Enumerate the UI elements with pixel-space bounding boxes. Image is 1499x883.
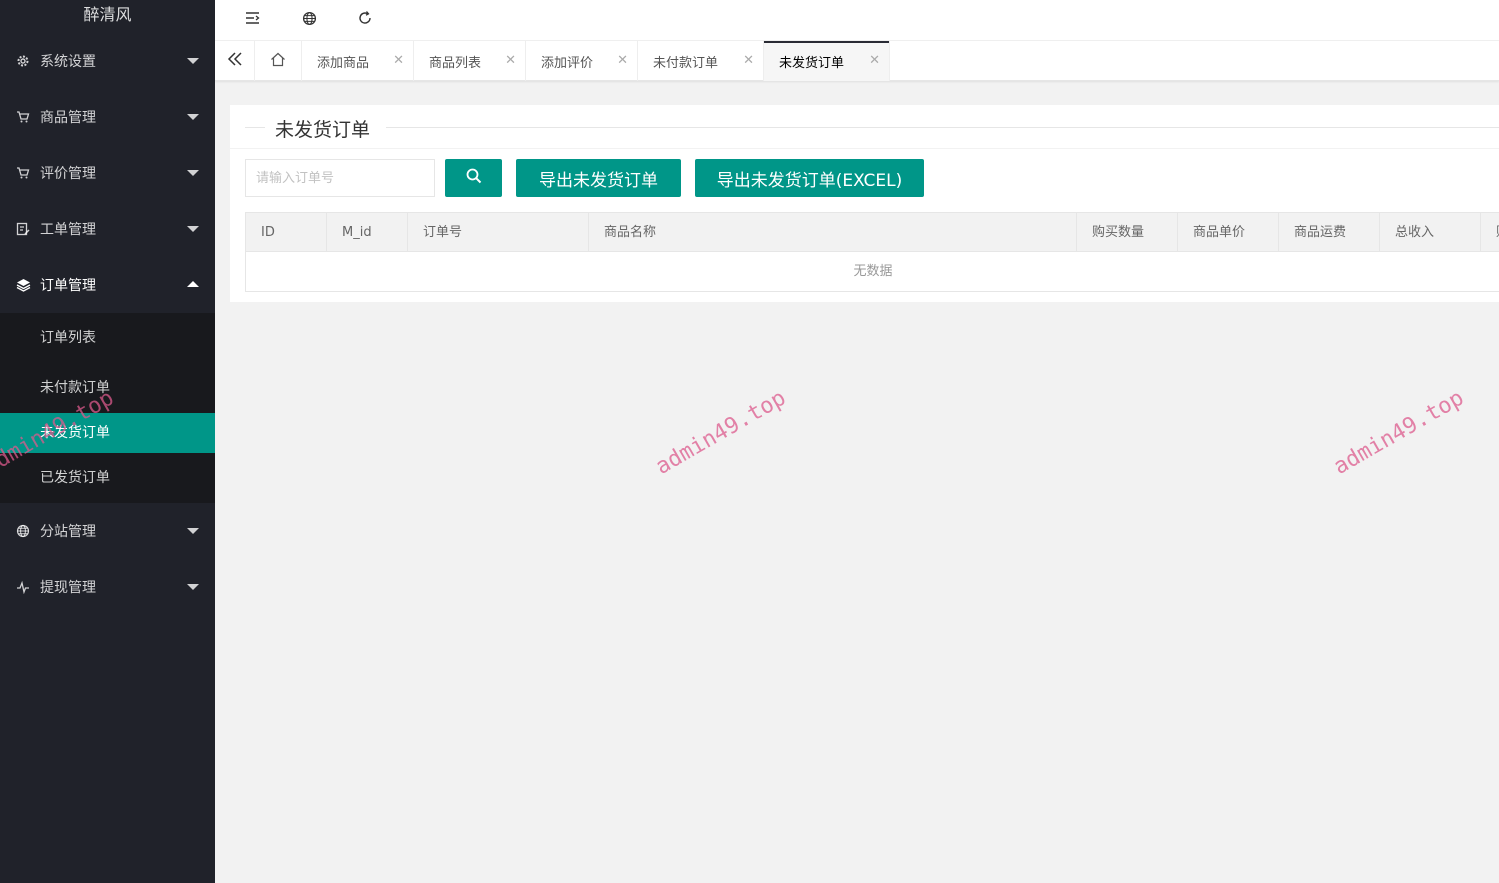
submenu-item-shipped-orders[interactable]: 已发货订单 — [0, 453, 215, 503]
orders-table: ID M_id 订单号 商品名称 购买数量 商品单价 商品运费 总收入 财 无数… — [245, 212, 1499, 292]
nav-item-label: 提现管理 — [40, 580, 96, 596]
table-empty-text: 无数据 — [853, 264, 893, 279]
search-icon — [465, 167, 483, 190]
globe-icon — [14, 522, 32, 540]
submenu-item-unpaid-orders[interactable]: 未付款订单 — [0, 363, 215, 413]
order-submenu: 订单列表 未付款订单 未发货订单 已发货订单 — [0, 313, 215, 503]
tab-label: 未发货订单 — [779, 55, 845, 71]
caret-down-icon — [187, 528, 199, 534]
cart-icon — [14, 164, 32, 182]
export-unshipped-button[interactable]: 导出未发货订单 — [516, 159, 681, 197]
nav-item-review-management[interactable]: 评价管理 — [0, 145, 215, 201]
page-title: 未发货订单 — [275, 119, 371, 141]
nav-item-order-management[interactable]: 订单管理 — [0, 257, 215, 313]
watermark: admin49.top — [1329, 385, 1469, 480]
tab-unpaid-orders[interactable]: 未付款订单 ✕ — [638, 41, 764, 81]
caret-down-icon — [187, 114, 199, 120]
caret-down-icon — [187, 584, 199, 590]
cart-icon — [14, 108, 32, 126]
nav-item-ticket-management[interactable]: 工单管理 — [0, 201, 215, 257]
tab-label: 添加商品 — [317, 55, 370, 71]
column-header-total-income[interactable]: 总收入 — [1380, 213, 1481, 252]
submenu-item-order-list[interactable]: 订单列表 — [0, 313, 215, 363]
nav-item-system-settings[interactable]: 系统设置 — [0, 33, 215, 89]
nav-item-label: 工单管理 — [40, 222, 96, 238]
tab-label: 添加评价 — [541, 55, 594, 71]
order-number-search-input[interactable] — [245, 159, 435, 197]
legend-divider — [245, 127, 265, 128]
nav-item-label: 系统设置 — [40, 54, 96, 70]
column-header-m-id[interactable]: M_id — [327, 213, 408, 252]
nav-item-product-management[interactable]: 商品管理 — [0, 89, 215, 145]
column-header-order-number[interactable]: 订单号 — [408, 213, 589, 252]
watermark: admin49.top — [651, 385, 791, 480]
top-toolbar — [215, 0, 1499, 41]
column-header-quantity[interactable]: 购买数量 — [1077, 213, 1178, 252]
table-header: ID M_id 订单号 商品名称 购买数量 商品单价 商品运费 总收入 财 — [246, 213, 1499, 252]
search-button[interactable] — [445, 159, 502, 197]
nav-item-label: 分站管理 — [40, 524, 96, 540]
globe-icon[interactable] — [297, 8, 321, 28]
gear-icon — [14, 52, 32, 70]
close-icon[interactable]: ✕ — [617, 53, 628, 68]
close-icon[interactable]: ✕ — [869, 53, 880, 68]
caret-up-icon — [187, 281, 199, 287]
caret-down-icon — [187, 170, 199, 176]
column-header-unit-price[interactable]: 商品单价 — [1178, 213, 1279, 252]
caret-down-icon — [187, 226, 199, 232]
tab-add-product[interactable]: 添加商品 ✕ — [302, 41, 414, 81]
divider — [230, 148, 1499, 149]
column-header-product-name[interactable]: 商品名称 — [589, 213, 1077, 252]
legend-divider — [386, 127, 1499, 128]
sidebar: 醉清风 系统设置 商品管理 评价管理 工单管理 订单管理 订单列表 未付款订单 … — [0, 0, 215, 883]
column-header-shipping-fee[interactable]: 商品运费 — [1279, 213, 1380, 252]
nav-item-withdrawal-management[interactable]: 提现管理 — [0, 559, 215, 615]
home-icon — [270, 52, 286, 71]
column-header-more[interactable]: 财 — [1481, 213, 1499, 252]
tab-bar: 添加商品 ✕ 商品列表 ✕ 添加评价 ✕ 未付款订单 ✕ 未发货订单 ✕ — [215, 41, 1499, 81]
content-card: 未发货订单 导出未发货订单 导出未发货订单(EXCEL) ID M_id 订单号… — [230, 105, 1499, 302]
export-unshipped-excel-button[interactable]: 导出未发货订单(EXCEL) — [695, 159, 924, 197]
layers-icon — [14, 276, 32, 294]
pulse-icon — [14, 578, 32, 596]
tab-add-review[interactable]: 添加评价 ✕ — [526, 41, 638, 81]
nav-item-label: 商品管理 — [40, 110, 96, 126]
app-logo: 醉清风 — [83, 5, 132, 24]
refresh-icon[interactable] — [353, 8, 377, 28]
tab-home[interactable] — [255, 41, 302, 81]
menu-fold-icon[interactable] — [241, 8, 265, 28]
column-header-id[interactable]: ID — [246, 213, 327, 252]
tab-product-list[interactable]: 商品列表 ✕ — [414, 41, 526, 81]
nav-item-label: 评价管理 — [40, 166, 96, 182]
tab-label: 商品列表 — [429, 55, 482, 71]
tab-scroll-left-button[interactable] — [215, 41, 255, 81]
close-icon[interactable]: ✕ — [505, 53, 516, 68]
nav-item-substation-management[interactable]: 分站管理 — [0, 503, 215, 559]
close-icon[interactable]: ✕ — [393, 53, 404, 68]
double-chevron-left-icon — [227, 52, 243, 70]
tab-unshipped-orders[interactable]: 未发货订单 ✕ — [764, 41, 890, 81]
caret-down-icon — [187, 58, 199, 64]
ticket-icon — [14, 220, 32, 238]
tab-label: 未付款订单 — [653, 55, 719, 71]
nav-item-label: 订单管理 — [40, 278, 96, 294]
submenu-item-unshipped-orders[interactable]: 未发货订单 — [0, 413, 215, 453]
close-icon[interactable]: ✕ — [743, 53, 754, 68]
